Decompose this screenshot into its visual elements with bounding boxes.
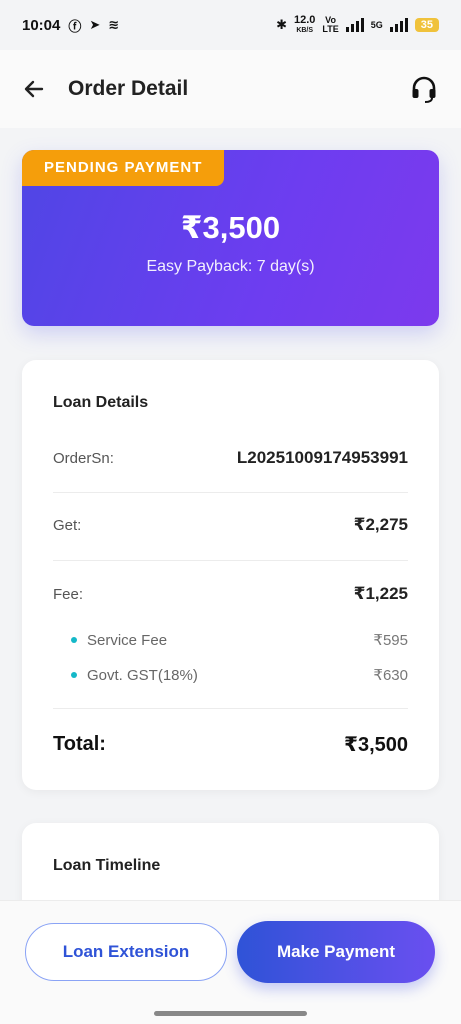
- fee-item-service: Service Fee ₹595: [53, 631, 408, 649]
- loan-details-title: Loan Details: [53, 394, 149, 411]
- order-label: OrderSn:: [53, 449, 114, 467]
- payment-summary-card: PENDING PAYMENT ₹3,500 Easy Payback: 7 d…: [22, 150, 439, 326]
- order-number: L20251009174953991: [236, 448, 408, 467]
- network-speed-unit: KB/S: [296, 26, 314, 34]
- fee-row: Fee: ₹1,225: [53, 584, 408, 604]
- status-right: ✱ 12.0 KB/S Vo LTE 5G 35: [276, 13, 439, 35]
- page-title: Order Detail: [68, 77, 189, 100]
- loan-extension-button[interactable]: Loan Extension: [25, 923, 227, 981]
- fee-label: Fee:: [53, 585, 84, 603]
- signal-strength-icon-2: [389, 18, 408, 32]
- order-row: OrderSn: L20251009174953991: [53, 448, 408, 468]
- home-indicator[interactable]: [154, 1011, 307, 1016]
- make-payment-button[interactable]: Make Payment: [237, 921, 435, 983]
- get-row: Get: ₹2,275: [53, 515, 408, 535]
- gst-label: Govt. GST(18%): [87, 666, 198, 684]
- bluetooth-icon: ✱: [276, 17, 287, 32]
- network-type: 5G: [370, 19, 383, 30]
- status-left: 10:04 ⓕ ➤ ≋: [22, 16, 119, 35]
- signal-strength-icon: [345, 18, 364, 32]
- gst-value: ₹630: [373, 667, 408, 684]
- bullet-dot-icon: [71, 637, 77, 643]
- get-amount: ₹2,275: [353, 515, 408, 534]
- headset-support-icon[interactable]: [409, 74, 439, 104]
- get-label: Get:: [53, 516, 82, 534]
- status-bar: 10:04 ⓕ ➤ ≋ ✱ 12.0 KB/S Vo LTE 5G 35: [0, 0, 461, 50]
- divider: [53, 708, 408, 709]
- divider: [53, 492, 408, 493]
- service-fee-label: Service Fee: [87, 631, 168, 649]
- network-speed-value: 12.0: [293, 13, 316, 26]
- status-badge: PENDING PAYMENT: [22, 150, 225, 186]
- back-arrow-icon[interactable]: [22, 77, 46, 101]
- facebook-icon: ⓕ: [68, 18, 82, 34]
- service-fee-value: ₹595: [373, 632, 408, 649]
- divider: [53, 560, 408, 561]
- app-header: Order Detail: [0, 50, 461, 128]
- network-speed: 12.0 KB/S: [293, 13, 316, 35]
- total-label: Total:: [53, 733, 106, 755]
- volte-indicator: Vo LTE: [322, 16, 338, 34]
- signal-app-icon: ≋: [108, 17, 120, 32]
- total-amount: ₹3,500: [344, 734, 408, 756]
- bottom-action-bar: Loan Extension Make Payment: [0, 900, 461, 1024]
- status-time: 10:04: [22, 16, 61, 34]
- fee-amount: ₹1,225: [353, 584, 408, 603]
- fee-item-gst: Govt. GST(18%) ₹630: [53, 666, 408, 684]
- loan-timeline-title: Loan Timeline: [53, 857, 161, 874]
- volte-bottom: LTE: [322, 24, 339, 34]
- battery-icon: 35: [414, 18, 439, 32]
- loan-details-card: Loan Details OrderSn: L20251009174953991…: [22, 360, 439, 790]
- bullet-dot-icon: [71, 672, 77, 678]
- amount-due: ₹3,500: [180, 210, 281, 245]
- payback-period: Easy Payback: 7 day(s): [146, 258, 315, 275]
- total-row: Total: ₹3,500: [53, 732, 408, 757]
- telegram-icon: ➤: [89, 17, 101, 32]
